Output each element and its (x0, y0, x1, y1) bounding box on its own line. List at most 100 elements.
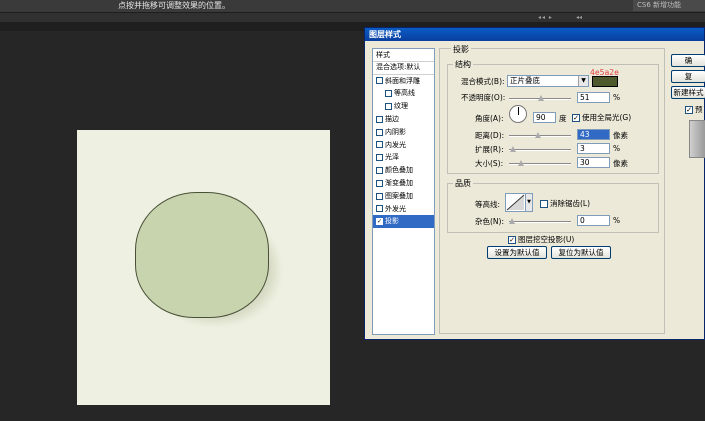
noise-label: 杂色(N): (475, 217, 504, 226)
style-item[interactable]: 斜面和浮雕 (373, 75, 434, 88)
checkbox-box[interactable] (385, 103, 392, 111)
new-style-button[interactable]: 新建样式 (671, 86, 705, 99)
distance-slider[interactable] (509, 132, 571, 139)
spread-slider-thumb[interactable] (510, 146, 516, 153)
reset-default-button[interactable]: 复位为默认值 (551, 246, 611, 259)
checkbox-box[interactable] (376, 141, 383, 149)
contour-picker[interactable] (505, 193, 526, 212)
opacity-input[interactable]: 51 (577, 92, 610, 103)
angle-input[interactable]: 90 (533, 112, 556, 123)
contour-label: 等高线: (475, 200, 501, 209)
contour-dropdown-icon[interactable]: ▼ (526, 193, 533, 212)
checkbox-box (540, 199, 548, 208)
ok-button[interactable]: 确 (671, 54, 705, 67)
checkbox-box[interactable] (376, 77, 383, 85)
noise-slider-thumb[interactable] (509, 218, 515, 225)
spread-unit: % (613, 144, 621, 153)
style-item[interactable]: 光泽 (373, 151, 434, 164)
checkmark-icon: ✓ (685, 105, 693, 114)
size-input[interactable]: 30 (577, 157, 610, 168)
angle-unit: 度 (559, 114, 567, 123)
antialias-label: 消除锯齿(L) (550, 199, 591, 208)
angle-label: 角度(A): (475, 114, 504, 123)
size-slider[interactable] (509, 160, 571, 167)
hint-text: 点按并拖移可调整效果的位置。 (118, 1, 230, 10)
checkbox-box[interactable] (376, 192, 383, 200)
spread-slider[interactable] (509, 146, 571, 153)
global-light-label: 使用全局光(G) (582, 113, 632, 122)
shadow-color-swatch[interactable] (592, 76, 618, 87)
style-item-label: 等高线 (394, 89, 415, 98)
checkbox-box[interactable] (376, 128, 383, 136)
distance-input[interactable]: 43 (577, 129, 610, 140)
checkbox-box[interactable] (376, 205, 383, 213)
style-item[interactable]: 内发光 (373, 139, 434, 152)
checkmark-icon: ✓ (572, 113, 580, 122)
dialog-title[interactable]: 图层样式 (365, 28, 704, 41)
styles-header[interactable]: 样式 (373, 49, 434, 62)
style-item-label: 内阴影 (385, 127, 406, 136)
style-item-label: 纹理 (394, 102, 408, 111)
style-item[interactable]: 图案叠加 (373, 190, 434, 203)
blend-mode-select[interactable]: 正片叠底 ▼ (507, 75, 589, 87)
style-item-label: 投影 (385, 217, 399, 226)
style-item[interactable]: 等高线 (373, 87, 434, 100)
blend-mode-value: 正片叠底 (510, 76, 540, 85)
style-item-label: 渐变叠加 (385, 178, 413, 187)
contour-curve-icon (506, 194, 525, 211)
style-list: 样式 混合选项:默认 斜面和浮雕等高线纹理描边内阴影内发光光泽颜色叠加渐变叠加图… (372, 48, 435, 335)
style-item[interactable]: 渐变叠加 (373, 177, 434, 190)
size-slider-thumb[interactable] (518, 160, 524, 167)
style-item-label: 内发光 (385, 140, 406, 149)
reset-button[interactable]: 复 (671, 70, 705, 83)
angle-dial[interactable] (509, 105, 527, 123)
panel-title: 投影 (451, 44, 471, 55)
distance-label: 距离(D): (475, 131, 505, 140)
distance-unit: 像素 (613, 131, 628, 140)
style-item[interactable]: 描边 (373, 113, 434, 126)
expand-panels-icon[interactable]: ◂◂ (576, 13, 582, 22)
antialias-checkbox[interactable]: 消除锯齿(L) (540, 198, 590, 209)
style-item[interactable]: 纹理 (373, 100, 434, 113)
checkmark-icon[interactable]: ✓ (376, 218, 383, 226)
style-item-label: 外发光 (385, 204, 406, 213)
style-item[interactable]: ✓ 投影 (373, 215, 434, 229)
collapse-panels-icon[interactable]: ◂◂ ▸ (538, 13, 553, 22)
distance-slider-thumb[interactable] (535, 132, 541, 139)
chevron-down-icon: ▼ (578, 76, 588, 86)
checkbox-box[interactable] (376, 154, 383, 162)
style-item-label: 图案叠加 (385, 191, 413, 200)
style-item-label: 颜色叠加 (385, 166, 413, 175)
rounded-shape[interactable] (135, 192, 269, 318)
checkbox-box[interactable] (385, 90, 392, 98)
blend-options-item[interactable]: 混合选项:默认 (373, 62, 434, 75)
noise-unit: % (613, 216, 621, 225)
workspace-switcher[interactable]: CS6 新增功能 (633, 0, 705, 11)
style-item[interactable]: 颜色叠加 (373, 164, 434, 177)
style-item[interactable]: 内阴影 (373, 126, 434, 139)
spread-input[interactable]: 3 (577, 143, 610, 154)
style-item-label: 光泽 (385, 153, 399, 162)
noise-input[interactable]: 0 (577, 215, 610, 226)
global-light-checkbox[interactable]: ✓ 使用全局光(G) (572, 112, 631, 123)
style-preview-thumbnail (689, 120, 705, 158)
checkmark-icon: ✓ (508, 235, 516, 244)
panel-strip: ◂◂ ▸ ◂◂ (0, 13, 705, 22)
knockout-checkbox[interactable]: ✓ 图层挖空投影(U) (508, 234, 574, 245)
style-item-label: 斜面和浮雕 (385, 76, 420, 85)
checkbox-box[interactable] (376, 167, 383, 175)
preview-checkbox[interactable]: ✓ 预 (685, 104, 703, 115)
style-item-label: 描边 (385, 114, 399, 123)
layer-style-dialog: 图层样式 样式 混合选项:默认 斜面和浮雕等高线纹理描边内阴影内发光光泽颜色叠加… (364, 27, 705, 340)
knockout-label: 图层挖空投影(U) (518, 235, 575, 244)
set-default-button[interactable]: 设置为默认值 (487, 246, 547, 259)
opacity-slider-thumb[interactable] (537, 95, 544, 102)
noise-slider[interactable] (509, 218, 571, 225)
checkbox-box[interactable] (376, 115, 383, 123)
opacity-unit: % (613, 93, 621, 102)
style-item[interactable]: 外发光 (373, 203, 434, 216)
checkbox-box[interactable] (376, 179, 383, 187)
structure-legend: 结构 (453, 59, 473, 70)
preview-label: 预 (695, 105, 703, 114)
opacity-slider[interactable] (509, 95, 571, 102)
